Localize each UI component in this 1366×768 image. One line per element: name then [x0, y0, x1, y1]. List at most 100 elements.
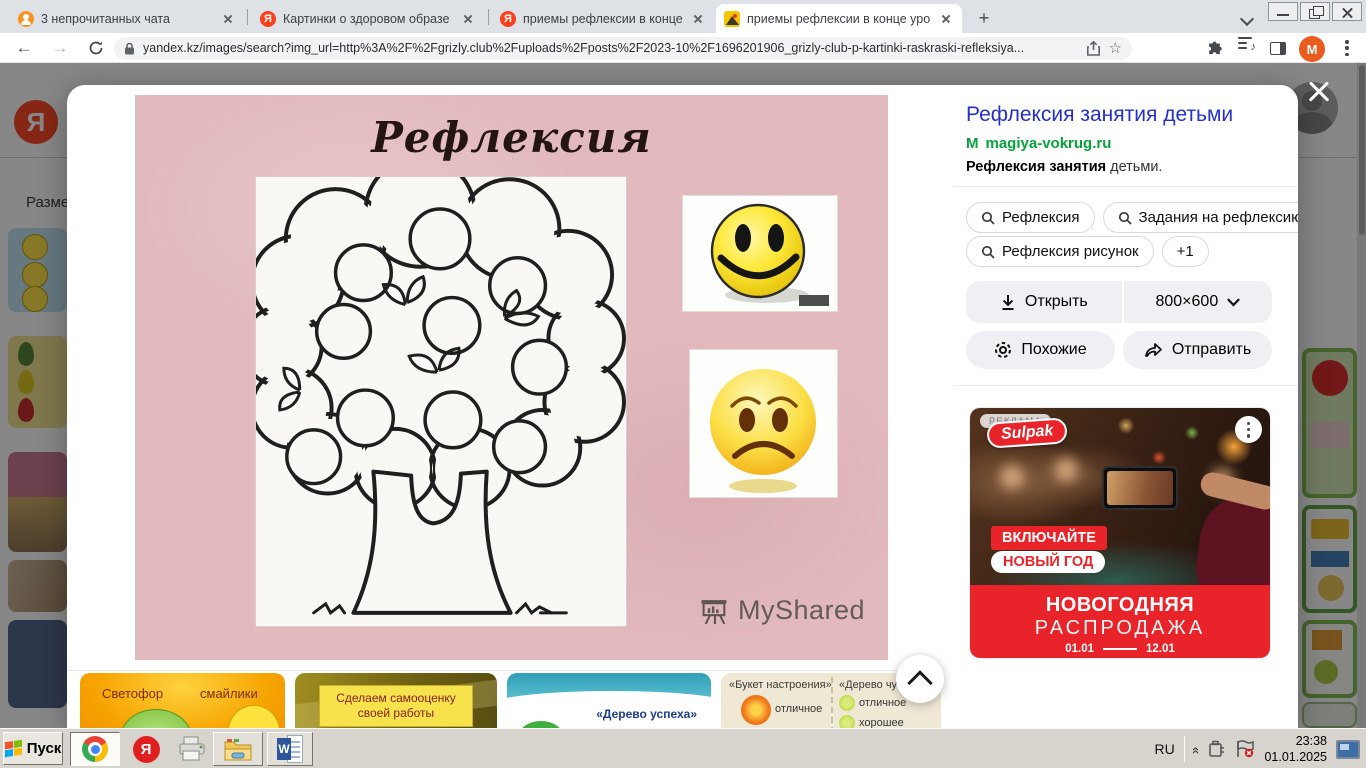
- back-button[interactable]: ←: [12, 36, 36, 60]
- ad-cta-line1: ВКЛЮЧАЙТЕ: [991, 526, 1107, 550]
- send-button[interactable]: Отправить: [1123, 331, 1272, 369]
- happy-smiley-image: [683, 196, 837, 311]
- taskbar-word-button[interactable]: W: [267, 732, 313, 766]
- tab-title: приемы рефлексии в конце урока: [523, 12, 683, 26]
- tab-reflection-search[interactable]: Я приемы рефлексии в конце урока: [492, 4, 714, 33]
- similar-images-icon: [994, 341, 1012, 359]
- yandex-images-page: Я Разме: [0, 63, 1366, 728]
- yandex-browser-icon: Я: [133, 736, 160, 763]
- similar-button[interactable]: Похожие: [966, 331, 1115, 369]
- share-icon[interactable]: [1086, 41, 1101, 56]
- ad-banner-subtitle: РАСПРОДАЖА: [970, 617, 1270, 640]
- tag-zadaniya[interactable]: Задания на рефлексию: [1103, 202, 1298, 233]
- sidebar-toggle-icon[interactable]: [1270, 36, 1286, 60]
- folder-icon: [223, 737, 253, 762]
- panel-divider: [953, 385, 1298, 386]
- system-tray: RU « 23:38 01.01.2025: [1150, 732, 1364, 766]
- scroll-to-top-button[interactable]: [896, 655, 944, 703]
- ad-menu-icon[interactable]: [1235, 416, 1262, 443]
- watermark-text: MyShared: [738, 595, 865, 626]
- site-favicon-letter: M: [966, 135, 979, 152]
- clock-time: 23:38: [1264, 733, 1327, 749]
- tab-close-icon[interactable]: [690, 11, 706, 27]
- open-button[interactable]: Открыть: [966, 281, 1122, 323]
- tab-title: Картинки о здоровом образе жизн: [283, 12, 453, 26]
- related-thumbnail-derevo-uspeha[interactable]: «Дерево успеха»: [507, 673, 711, 728]
- sulpak-ad-card[interactable]: РЕКЛАМА Sulpak ВКЛЮЧАЙТЕ НОВЫЙ ГОД НОВОГ…: [970, 408, 1270, 658]
- taskbar-clock[interactable]: 23:38 01.01.2025: [1264, 733, 1327, 766]
- extensions-puzzle-icon[interactable]: [1205, 36, 1224, 60]
- browser-menu-icon[interactable]: [1345, 36, 1349, 60]
- screen: 3 непрочитанных чата Я Картинки о здоров…: [0, 0, 1366, 768]
- action-row: Похожие Отправить: [966, 331, 1272, 369]
- close-window-button[interactable]: [1332, 2, 1362, 21]
- safely-remove-icon[interactable]: [1208, 740, 1226, 758]
- ad-cta-line2: НОВЫЙ ГОД: [991, 551, 1105, 573]
- related-thumbnail-samoocenka[interactable]: Сделаем самооценку своей работы: [295, 673, 497, 728]
- tag-row: Рефлексия рисунок +1: [966, 236, 1209, 267]
- tab-healthy-images[interactable]: Я Картинки о здоровом образе жизн: [252, 4, 484, 33]
- tag-more[interactable]: +1: [1162, 236, 1209, 267]
- address-bar[interactable]: yandex.kz/images/search?img_url=http%3A%…: [114, 37, 1132, 60]
- bookmark-star-icon[interactable]: ☆: [1109, 39, 1122, 57]
- related-thumbnail-svetofor[interactable]: Светофор смайлики: [80, 673, 285, 728]
- open-size-split-button: Открыть 800×600: [966, 281, 1272, 323]
- show-desktop-button[interactable]: [1336, 740, 1360, 759]
- media-controls-icon[interactable]: ♪: [1238, 36, 1254, 50]
- restore-button[interactable]: [1300, 2, 1330, 21]
- windows-logo-icon: [5, 740, 22, 757]
- forward-button[interactable]: →: [48, 36, 72, 60]
- site-domain: magiya-vokrug.ru: [986, 135, 1112, 152]
- chevron-down-icon: [1227, 298, 1240, 307]
- search-icon: [981, 245, 995, 259]
- ad-dates: 01.0112.01: [970, 643, 1270, 655]
- image-description: Рефлексия занятия детьми.: [966, 159, 1162, 175]
- taskbar-chrome-button[interactable]: [70, 732, 120, 766]
- tab-search-chevron-icon[interactable]: [1240, 11, 1254, 25]
- close-viewer-button[interactable]: [1304, 77, 1334, 107]
- tab-close-icon[interactable]: [220, 11, 236, 27]
- network-error-flag-icon[interactable]: [1235, 740, 1255, 758]
- tag-risunok[interactable]: Рефлексия рисунок: [966, 236, 1154, 267]
- show-hidden-icons[interactable]: «: [1189, 746, 1204, 751]
- image-info-panel: Рефлексия занятия детьми M magiya-vokrug…: [953, 85, 1298, 728]
- start-button[interactable]: Пуск: [3, 732, 63, 765]
- sad-smiley-image: [690, 350, 837, 497]
- viewed-image[interactable]: Рефлексия: [135, 95, 888, 660]
- taskbar-yandex-button[interactable]: Я: [124, 732, 168, 766]
- language-indicator[interactable]: RU: [1154, 741, 1174, 757]
- myshared-watermark: MyShared: [700, 595, 865, 626]
- size-dropdown[interactable]: 800×600: [1124, 281, 1272, 323]
- minimize-button[interactable]: [1268, 2, 1298, 21]
- taskbar-printer-button[interactable]: [170, 732, 214, 766]
- download-icon: [1000, 294, 1016, 311]
- word-icon: W: [277, 735, 303, 763]
- tag-reflexia[interactable]: Рефлексия: [966, 202, 1095, 233]
- ad-banner: НОВОГОДНЯЯ РАСПРОДАЖА 01.0112.01: [970, 585, 1270, 658]
- image-search-favicon-icon: [724, 11, 740, 27]
- tab-divider: [247, 9, 248, 25]
- profile-avatar[interactable]: M: [1299, 36, 1325, 62]
- image-title-link[interactable]: Рефлексия занятия детьми: [966, 103, 1286, 127]
- tag-row: Рефлексия Задания на рефлексию: [966, 202, 1298, 233]
- ad-banner-title: НОВОГОДНЯЯ: [970, 594, 1270, 617]
- tab-reflection-images-active[interactable]: приемы рефлексии в конце урока: [716, 4, 962, 33]
- printer-icon: [177, 736, 207, 762]
- clock-date: 01.01.2025: [1264, 749, 1327, 765]
- tab-ok-chats[interactable]: 3 непрочитанных чата: [10, 4, 244, 33]
- ad-phone: [1102, 466, 1178, 510]
- search-icon: [1118, 211, 1132, 225]
- yandex-favicon-icon: Я: [500, 11, 516, 27]
- source-site-link[interactable]: M magiya-vokrug.ru: [966, 135, 1111, 152]
- image-title-text: Рефлексия: [135, 113, 888, 162]
- related-strip-divider: [67, 670, 941, 671]
- presentation-screen-icon: [700, 597, 730, 625]
- yandex-favicon-icon: Я: [260, 11, 276, 27]
- taskbar-folder-button[interactable]: [213, 732, 263, 766]
- browser-tab-bar: 3 непрочитанных чата Я Картинки о здоров…: [0, 0, 1366, 33]
- new-tab-button[interactable]: +: [972, 6, 996, 30]
- tab-close-icon[interactable]: [938, 11, 954, 27]
- tab-close-icon[interactable]: [460, 11, 476, 27]
- url-text: yandex.kz/images/search?img_url=http%3A%…: [143, 41, 1078, 55]
- reload-button[interactable]: [84, 36, 108, 60]
